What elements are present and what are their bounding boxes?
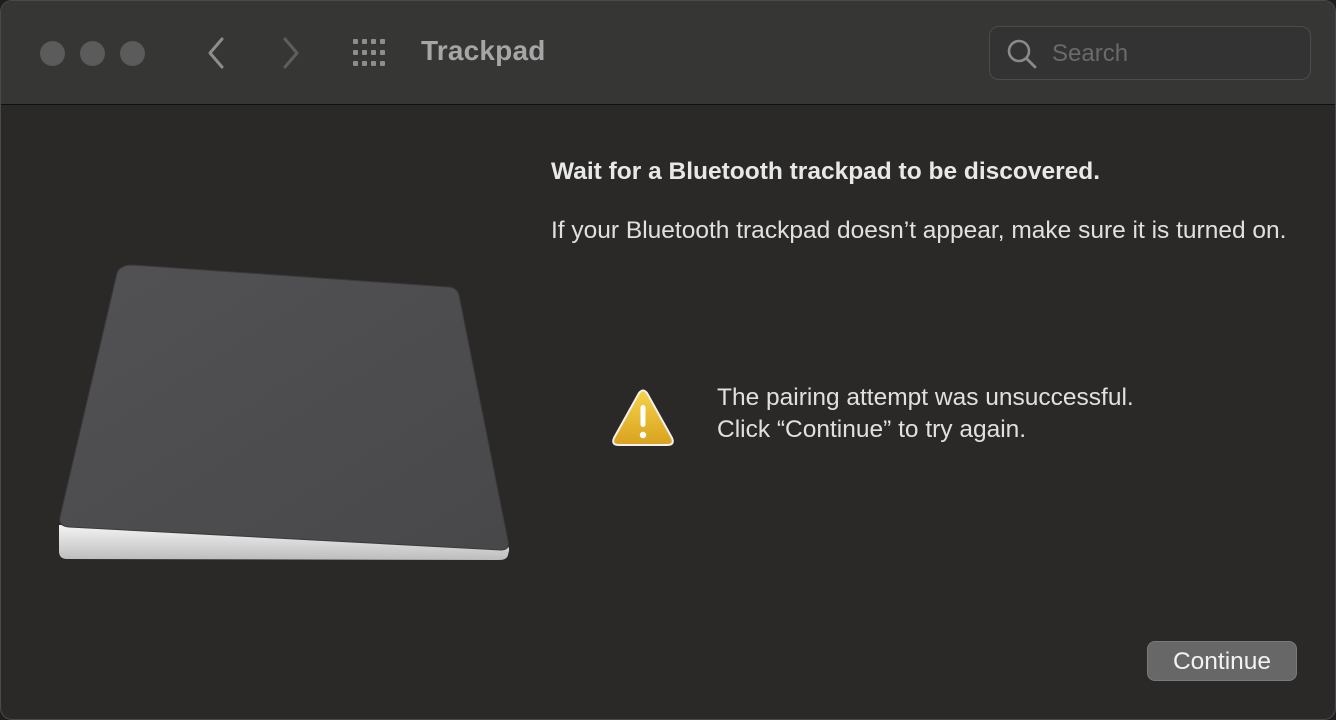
chevron-right-icon: [283, 37, 299, 69]
pairing-status-line-2: Click “Continue” to try again.: [717, 416, 1027, 443]
pairing-status-message: The pairing attempt was unsuccessful. Cl…: [717, 382, 1134, 446]
instruction-description: If your Bluetooth trackpad doesn’t appea…: [551, 217, 1287, 244]
close-window-button[interactable]: [40, 41, 65, 66]
continue-button[interactable]: Continue: [1147, 641, 1297, 681]
window-title: Trackpad: [421, 35, 546, 66]
search-icon: [1007, 39, 1037, 69]
instruction-heading: Wait for a Bluetooth trackpad to be disc…: [551, 158, 1101, 185]
grid-icon: [353, 39, 385, 66]
search-input[interactable]: [1050, 37, 1294, 71]
pairing-status-line-1: The pairing attempt was unsuccessful.: [717, 384, 1134, 411]
warning-icon: [612, 389, 674, 446]
forward-button[interactable]: [271, 31, 311, 75]
titlebar: Trackpad: [1, 1, 1335, 105]
minimize-window-button[interactable]: [80, 41, 105, 66]
chevron-left-icon: [208, 37, 224, 69]
search-field[interactable]: [989, 26, 1311, 80]
preferences-window: Trackpad Wait for a Bluetooth trackpad t…: [0, 0, 1336, 720]
show-all-button[interactable]: [351, 37, 391, 69]
trackpad-illustration: [59, 264, 510, 560]
zoom-window-button[interactable]: [120, 41, 145, 66]
back-button[interactable]: [196, 31, 236, 75]
